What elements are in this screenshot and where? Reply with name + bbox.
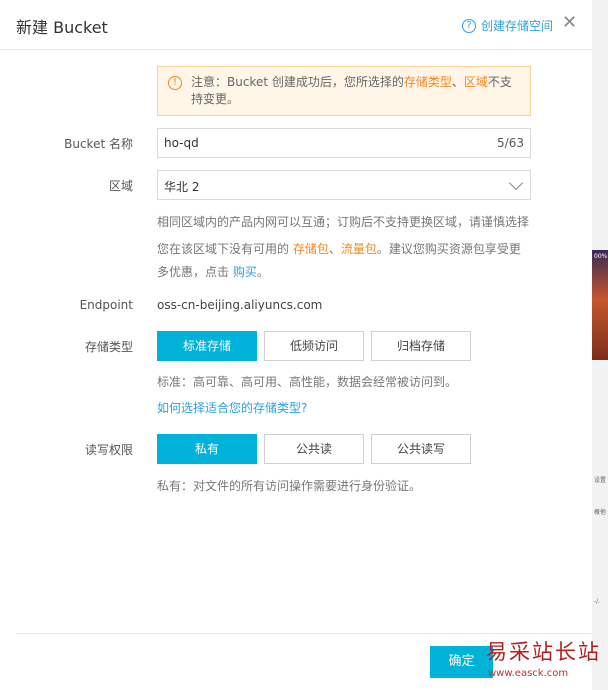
region-hint-line2-prefix: 您在该区域下没有可用的 [157, 242, 290, 256]
region-select[interactable]: 华北 2 [157, 170, 531, 200]
traffic-pack-link[interactable]: 流量包 [341, 242, 377, 256]
storage-class-group: 标准存储 低频访问 归档存储 [157, 331, 477, 361]
bucket-name-char-count: 5/63 [497, 136, 524, 150]
acl-private[interactable]: 私有 [157, 434, 257, 464]
endpoint-label: Endpoint [79, 298, 133, 312]
confirm-button[interactable]: 确定 [430, 646, 493, 678]
region-label: 区域 [108, 179, 133, 193]
buy-link[interactable]: 购买 [233, 265, 257, 279]
close-icon[interactable]: ✕ [562, 14, 577, 32]
region-hint-line1: 相同区域内的产品内网可以互通；订购后不支持更换区域，请谨慎选择 [157, 215, 530, 229]
region-hint-line3: 多优惠，点击 购买。 [157, 261, 537, 284]
acl-group: 私有 公共读 公共读写 [157, 434, 477, 464]
endpoint-value: oss-cn-beijing.aliyuncs.com [157, 298, 323, 312]
hint-separator: 、 [328, 242, 341, 256]
footer-divider [16, 633, 592, 634]
region-hint-line3-prefix: 多优惠，点击 [157, 265, 230, 279]
create-bucket-help-link[interactable]: ? 创建存储空间 [462, 17, 553, 34]
acl-public-read-write[interactable]: 公共读写 [371, 434, 471, 464]
chevron-down-icon[interactable] [508, 175, 524, 191]
storage-pack-link[interactable]: 存储包 [293, 242, 329, 256]
acl-label: 读写权限 [84, 443, 133, 457]
background-pct: 00% [594, 253, 608, 260]
storage-class-ia[interactable]: 低频访问 [264, 331, 364, 361]
region-hint-line2-suffix: 。建议您购买资源包享受更 [376, 242, 521, 256]
help-link-label[interactable]: 创建存储空间 [481, 17, 553, 34]
background-image [592, 250, 608, 360]
notice-storage-type: 存储类型 [403, 75, 452, 89]
dialog-title: 新建 Bucket [16, 18, 108, 37]
warning-notice: ! 注意：Bucket 创建成功后，您所选择的存储类型、区域不支持变更。 [157, 66, 531, 116]
bucket-name-label: Bucket 名称 [64, 137, 133, 151]
watermark-logo: 易采站长站 [486, 640, 601, 664]
bucket-name-input[interactable]: ho-qd 5/63 [157, 128, 531, 158]
watermark-url: www.easck.com [488, 668, 569, 679]
acl-hint: 私有：对文件的所有访问操作需要进行身份验证。 [157, 479, 422, 493]
storage-class-hint: 标准：高可靠、高可用、高性能，数据会经常被访问到。 [157, 375, 458, 389]
dialog-header: 新建 Bucket ? 创建存储空间 ✕ [0, 0, 592, 50]
warning-icon: ! [168, 76, 182, 90]
notice-text: 注意：Bucket 创建成功后，您所选择的存储类型、区域不支持变更。 [191, 74, 521, 108]
storage-class-archive[interactable]: 归档存储 [371, 331, 471, 361]
new-bucket-dialog: 新建 Bucket ? 创建存储空间 ✕ ! 注意：Bucket 创建成功后，您… [0, 0, 592, 690]
region-hint-line3-suffix: 。 [256, 265, 269, 279]
background-text-1: 设置 [594, 477, 607, 484]
region-value[interactable]: 华北 2 [164, 178, 199, 195]
storage-class-label: 存储类型 [84, 340, 133, 354]
background-text-2: 概他 [594, 509, 607, 516]
region-hint: 相同区域内的产品内网可以互通；订购后不支持更换区域，请谨慎选择 您在该区域下没有… [157, 211, 537, 284]
notice-prefix: 注意：Bucket 创建成功后，您所选择的 [191, 75, 404, 89]
notice-separator: 、 [451, 75, 464, 89]
storage-class-help-link[interactable]: 如何选择适合您的存储类型? [157, 397, 307, 420]
background-text-3: -/. [594, 598, 601, 605]
notice-region: 区域 [463, 75, 488, 89]
region-hint-line2: 您在该区域下没有可用的 存储包、流量包。建议您购买资源包享受更 [157, 238, 537, 261]
storage-class-standard[interactable]: 标准存储 [157, 331, 257, 361]
bucket-name-value[interactable]: ho-qd [164, 136, 199, 150]
acl-public-read[interactable]: 公共读 [264, 434, 364, 464]
question-icon: ? [462, 18, 476, 33]
